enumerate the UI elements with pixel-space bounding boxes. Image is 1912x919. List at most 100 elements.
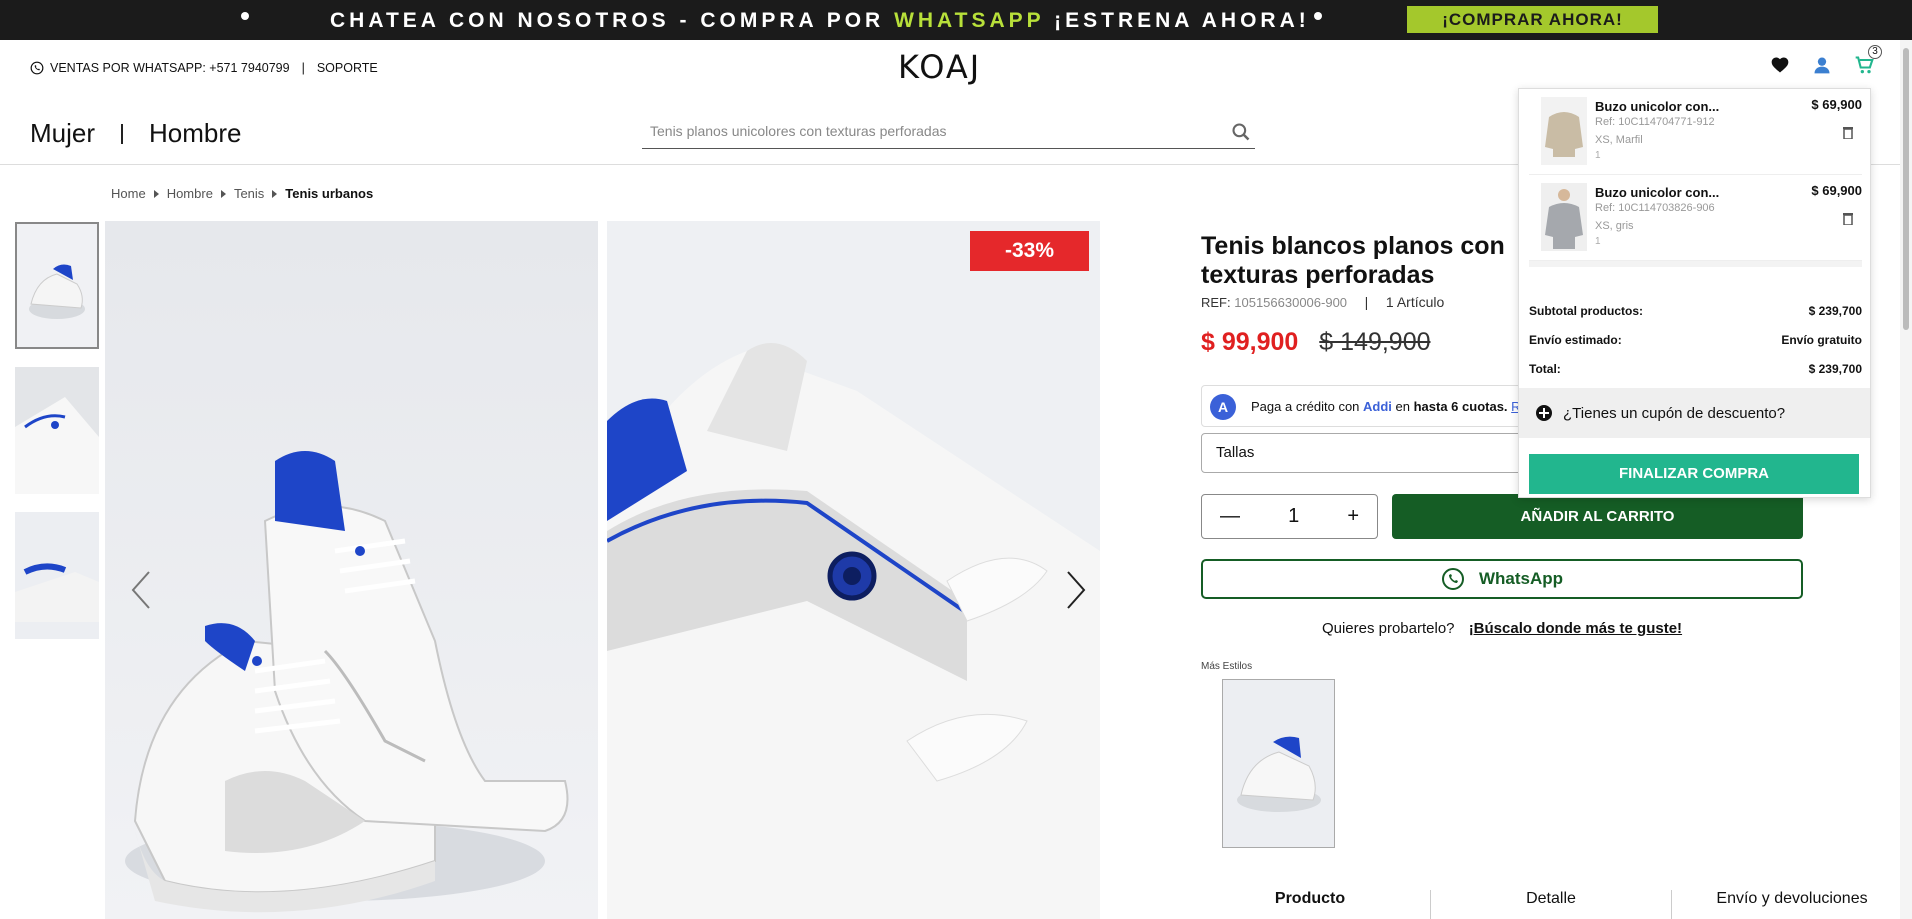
chevron-right-icon[interactable] bbox=[1066, 570, 1086, 610]
shipping-row: Envío estimado: Envío gratuito bbox=[1529, 333, 1862, 347]
ref-separator: | bbox=[1364, 294, 1369, 310]
qty-value[interactable]: 1 bbox=[1288, 505, 1299, 528]
checkout-button[interactable]: FINALIZAR COMPRA bbox=[1529, 454, 1859, 494]
promo-text-start: CHATEA CON NOSOTROS - COMPRA POR bbox=[330, 9, 895, 32]
subtotal-label: Subtotal productos: bbox=[1529, 304, 1643, 318]
cart-item-image[interactable] bbox=[1541, 183, 1587, 251]
promo-bar: CHATEA CON NOSOTROS - COMPRA POR WHATSAP… bbox=[0, 0, 1912, 40]
ref-label: REF: bbox=[1201, 295, 1231, 310]
try-it-row: Quieres probartelo? ¡Búscalo donde más t… bbox=[1201, 620, 1803, 637]
sales-phone-link[interactable]: VENTAS POR WHATSAPP: +571 7940799 bbox=[50, 61, 290, 75]
support-link[interactable]: SOPORTE bbox=[317, 61, 378, 75]
product-tabs: Producto Detalle Envío y devoluciones bbox=[1190, 890, 1912, 919]
scrollbar-thumb[interactable] bbox=[1903, 48, 1909, 330]
whatsapp-icon bbox=[30, 61, 44, 75]
nav-men[interactable]: Hombre bbox=[149, 118, 241, 149]
cart-item-name[interactable]: Buzo unicolor con... bbox=[1595, 185, 1719, 200]
cart-item-name[interactable]: Buzo unicolor con... bbox=[1595, 99, 1719, 114]
wishlist-heart-icon[interactable] bbox=[1770, 55, 1790, 75]
breadcrumb-home[interactable]: Home bbox=[111, 186, 146, 201]
add-to-cart-button[interactable]: AÑADIR AL CARRITO bbox=[1392, 494, 1803, 539]
nav-divider bbox=[121, 123, 124, 144]
discount-badge: -33% bbox=[970, 231, 1089, 271]
whatsapp-label: WhatsApp bbox=[1478, 569, 1564, 588]
thumbnail-2[interactable] bbox=[15, 367, 99, 494]
header-contact: VENTAS POR WHATSAPP: +571 7940799 | SOPO… bbox=[30, 61, 378, 75]
trash-icon[interactable] bbox=[1842, 211, 1854, 230]
cart-item-ref: Ref: 10C114704771-912 bbox=[1595, 116, 1715, 128]
cart-item-variant: XS, gris bbox=[1595, 220, 1634, 232]
more-styles-label: Más Estilos bbox=[1201, 661, 1253, 672]
product-image-detail[interactable] bbox=[607, 221, 1100, 919]
breadcrumb-current: Tenis urbanos bbox=[285, 186, 374, 201]
price-old: $ 149,900 bbox=[1319, 328, 1431, 356]
breadcrumb: Home Hombre Tenis Tenis urbanos bbox=[111, 186, 373, 201]
addi-brand: Addi bbox=[1363, 399, 1392, 414]
promo-text: CHATEA CON NOSOTROS - COMPRA POR WHATSAP… bbox=[330, 9, 1310, 33]
addi-text: Paga a crédito con Addi en hasta 6 cuota… bbox=[1251, 399, 1534, 414]
addi-text-3: hasta 6 cuotas. bbox=[1413, 399, 1508, 414]
cart-item-variant: XS, Marfil bbox=[1595, 134, 1643, 146]
search-icon[interactable] bbox=[1231, 122, 1251, 147]
thumbnail-1[interactable] bbox=[15, 222, 99, 349]
qty-minus-button[interactable]: — bbox=[1220, 505, 1240, 528]
bullet-icon bbox=[1314, 12, 1322, 20]
nav-women[interactable]: Mujer bbox=[30, 118, 95, 149]
whatsapp-icon bbox=[1441, 568, 1464, 590]
main-nav: Mujer Hombre bbox=[30, 118, 242, 149]
style-variant-thumbnail[interactable] bbox=[1222, 679, 1335, 848]
chevron-left-icon[interactable] bbox=[131, 570, 151, 610]
shipping-label: Envío estimado: bbox=[1529, 333, 1622, 347]
bullet-icon bbox=[241, 12, 249, 20]
subtotal-value: $ 239,700 bbox=[1808, 304, 1862, 318]
try-text: Quieres probartelo? bbox=[1321, 620, 1455, 637]
product-image-main[interactable] bbox=[105, 221, 598, 919]
cart-item-ref: Ref: 10C114703826-906 bbox=[1595, 202, 1715, 214]
qty-plus-button[interactable]: + bbox=[1347, 505, 1359, 528]
tab-product[interactable]: Producto bbox=[1190, 890, 1431, 919]
cart-count-badge: 3 bbox=[1868, 45, 1882, 59]
chevron-right-icon bbox=[220, 189, 226, 198]
coupon-label: ¿Tienes un cupón de descuento? bbox=[1563, 404, 1786, 422]
addi-text-2: en bbox=[1391, 399, 1414, 414]
page-scrollbar[interactable] bbox=[1900, 40, 1912, 919]
tab-detail[interactable]: Detalle bbox=[1431, 890, 1672, 919]
cart-item-price: $ 69,900 bbox=[1811, 183, 1862, 198]
quantity-stepper: — 1 + bbox=[1201, 494, 1378, 539]
store-locator-link[interactable]: ¡Búscalo donde más te guste! bbox=[1469, 620, 1682, 637]
total-row: Total: $ 239,700 bbox=[1529, 362, 1862, 376]
whatsapp-button[interactable]: WhatsApp bbox=[1201, 559, 1803, 599]
gallery-thumbnails bbox=[15, 222, 99, 657]
account-user-icon[interactable] bbox=[1812, 55, 1832, 75]
mini-cart-dropdown: Buzo unicolor con... Ref: 10C114704771-9… bbox=[1518, 88, 1871, 498]
tab-shipping[interactable]: Envío y devoluciones bbox=[1672, 890, 1912, 919]
article-count: 1 Artículo bbox=[1385, 294, 1445, 310]
subtotal-row: Subtotal productos: $ 239,700 bbox=[1529, 304, 1862, 318]
trash-icon[interactable] bbox=[1842, 125, 1854, 144]
cart-item-qty: 1 bbox=[1595, 150, 1601, 161]
chevron-right-icon bbox=[272, 189, 278, 198]
buy-now-button[interactable]: ¡COMPRAR AHORA! bbox=[1407, 6, 1658, 33]
breadcrumb-shoes[interactable]: Tenis bbox=[234, 186, 264, 201]
breadcrumb-men[interactable]: Hombre bbox=[167, 186, 213, 201]
addi-text-1: Paga a crédito con bbox=[1251, 399, 1364, 414]
shipping-value: Envío gratuito bbox=[1781, 333, 1862, 347]
search-input[interactable]: Tenis planos unicolores con texturas per… bbox=[650, 123, 947, 139]
chevron-right-icon bbox=[153, 189, 159, 198]
ref-value: 105156630006-900 bbox=[1234, 295, 1348, 310]
plus-circle-icon bbox=[1536, 405, 1552, 421]
cart-icon[interactable]: 3 bbox=[1854, 45, 1882, 75]
cart-item-image[interactable] bbox=[1541, 97, 1587, 165]
coupon-toggle[interactable]: ¿Tienes un cupón de descuento? bbox=[1519, 388, 1870, 438]
total-label: Total: bbox=[1529, 362, 1561, 376]
promo-text-end: ¡ESTRENA AHORA! bbox=[1044, 9, 1310, 32]
header-icons: 3 bbox=[1770, 45, 1882, 75]
search-bar[interactable]: Tenis planos unicolores con texturas per… bbox=[642, 116, 1255, 149]
koaj-logo[interactable]: KOAJ bbox=[898, 48, 981, 86]
cart-item: Buzo unicolor con... Ref: 10C114703826-9… bbox=[1529, 175, 1862, 261]
cart-item-partial bbox=[1529, 261, 1862, 267]
thumbnail-3[interactable] bbox=[15, 512, 99, 639]
cart-item-price: $ 69,900 bbox=[1811, 97, 1862, 112]
header-separator: | bbox=[301, 61, 305, 75]
cart-item: Buzo unicolor con... Ref: 10C114704771-9… bbox=[1529, 89, 1862, 175]
